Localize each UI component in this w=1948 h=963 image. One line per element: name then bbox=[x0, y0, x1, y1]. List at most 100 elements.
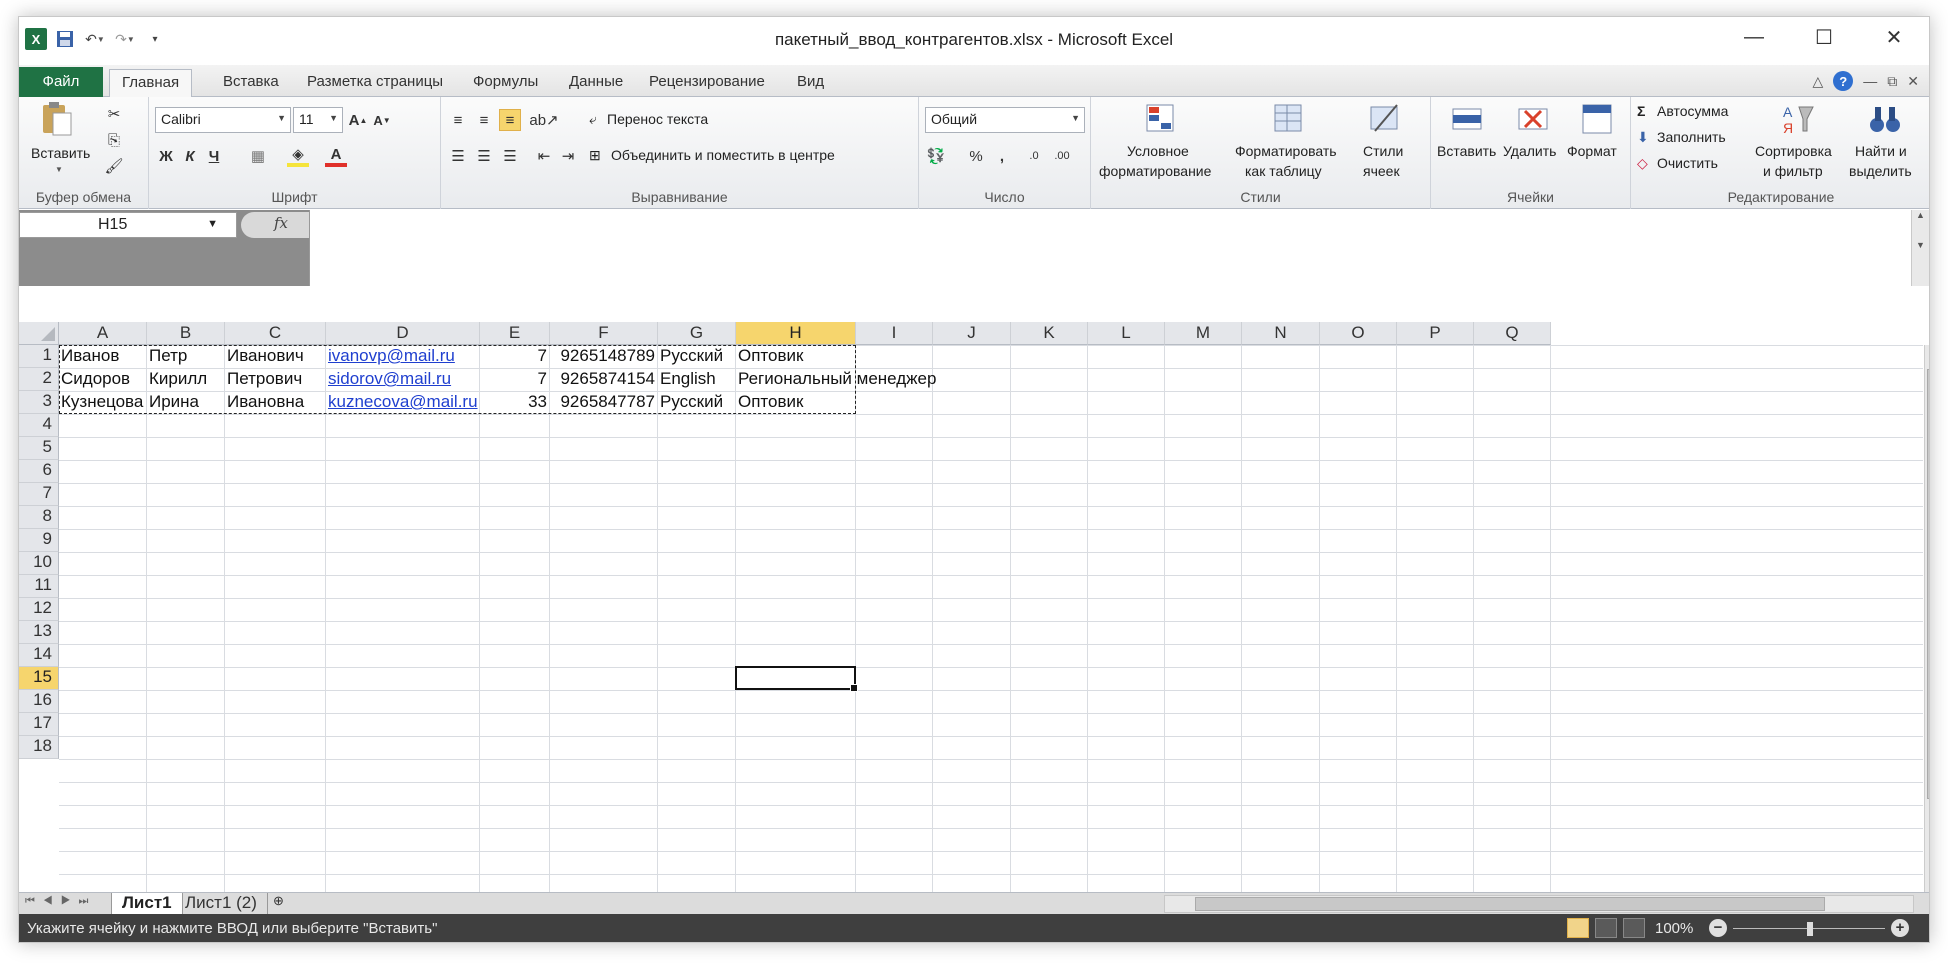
shrink-font-icon[interactable]: A ▼ bbox=[371, 109, 393, 131]
sheet-tab-1[interactable]: Лист1 bbox=[111, 893, 183, 915]
comma-button[interactable]: , bbox=[991, 145, 1013, 167]
format-painter-icon[interactable]: 🖌 bbox=[103, 155, 125, 177]
tab-file[interactable]: Файл bbox=[19, 67, 103, 97]
row-header-8[interactable]: 8 bbox=[19, 506, 59, 529]
column-header-o[interactable]: O bbox=[1320, 322, 1397, 345]
minimize-button[interactable]: — bbox=[1719, 17, 1789, 57]
sheet-tab-2[interactable]: Лист1 (2) bbox=[175, 893, 268, 915]
row-header-16[interactable]: 16 bbox=[19, 690, 59, 713]
column-header-l[interactable]: L bbox=[1088, 322, 1165, 345]
column-header-n[interactable]: N bbox=[1242, 322, 1320, 345]
row-header-7[interactable]: 7 bbox=[19, 483, 59, 506]
format-cells-button[interactable]: Формат bbox=[1565, 101, 1629, 181]
row-header-14[interactable]: 14 bbox=[19, 644, 59, 667]
doc-minimize-icon[interactable]: — bbox=[1863, 73, 1877, 89]
font-size-select[interactable]: 11 ▼ bbox=[293, 107, 343, 133]
column-header-b[interactable]: B bbox=[147, 322, 225, 345]
row-header-9[interactable]: 9 bbox=[19, 529, 59, 552]
percent-button[interactable]: % bbox=[965, 145, 987, 167]
row-header-3[interactable]: 3 bbox=[19, 391, 59, 414]
tab-view[interactable]: Вид bbox=[785, 69, 836, 97]
help-icon[interactable]: ? bbox=[1833, 71, 1854, 91]
row-header-4[interactable]: 4 bbox=[19, 414, 59, 437]
insert-cells-button[interactable]: Вставить bbox=[1435, 101, 1501, 181]
row-header-15[interactable]: 15 bbox=[19, 667, 59, 690]
zoom-level[interactable]: 100% bbox=[1655, 920, 1693, 937]
column-header-c[interactable]: C bbox=[225, 322, 326, 345]
row-header-1[interactable]: 1 bbox=[19, 345, 59, 368]
column-header-p[interactable]: P bbox=[1397, 322, 1474, 345]
formula-bar-expand[interactable]: ▲ ▼ bbox=[1911, 210, 1929, 286]
tab-data[interactable]: Данные bbox=[557, 69, 635, 97]
delete-cells-button[interactable]: Удалить bbox=[1501, 101, 1565, 181]
column-header-d[interactable]: D bbox=[326, 322, 480, 345]
align-middle-icon[interactable]: ≡ bbox=[473, 109, 495, 131]
bold-button[interactable]: Ж bbox=[155, 145, 177, 167]
maximize-button[interactable]: ☐ bbox=[1789, 17, 1859, 57]
copy-icon[interactable]: ⎘ bbox=[103, 129, 125, 151]
row-header-11[interactable]: 11 bbox=[19, 575, 59, 598]
row-header-6[interactable]: 6 bbox=[19, 460, 59, 483]
align-bottom-icon[interactable]: ≡ bbox=[499, 109, 521, 131]
zoom-slider-knob[interactable] bbox=[1807, 922, 1813, 936]
row-header-17[interactable]: 17 bbox=[19, 713, 59, 736]
font-color-icon[interactable]: A bbox=[325, 145, 347, 167]
cell-styles-button[interactable]: Стили ячеек bbox=[1353, 101, 1423, 181]
normal-view-icon[interactable] bbox=[1567, 918, 1589, 938]
row-header-10[interactable]: 10 bbox=[19, 552, 59, 575]
tab-page-layout[interactable]: Разметка страницы bbox=[295, 69, 455, 97]
sheet-nav-buttons[interactable]: ⏮◀▶⏭ bbox=[25, 895, 96, 908]
tab-home[interactable]: Главная bbox=[109, 69, 193, 98]
tab-formulas[interactable]: Формулы bbox=[461, 69, 550, 97]
fill-color-icon[interactable]: ◈ bbox=[287, 145, 309, 167]
currency-format-icon[interactable]: 💱 bbox=[925, 145, 947, 167]
column-header-f[interactable]: F bbox=[550, 322, 658, 345]
row-header-2[interactable]: 2 bbox=[19, 368, 59, 391]
decrease-indent-icon[interactable]: ⇤ bbox=[533, 145, 555, 167]
find-select-button[interactable]: Найти и выделить bbox=[1849, 101, 1929, 181]
align-center-icon[interactable]: ☰ bbox=[473, 145, 495, 167]
column-header-i[interactable]: I bbox=[856, 322, 933, 345]
format-as-table-button[interactable]: Форматировать как таблицу bbox=[1231, 101, 1341, 181]
horizontal-scrollbar[interactable] bbox=[1164, 895, 1914, 913]
page-layout-view-icon[interactable] bbox=[1595, 918, 1617, 938]
select-all-corner[interactable] bbox=[19, 322, 59, 345]
column-header-m[interactable]: M bbox=[1165, 322, 1242, 345]
minimize-ribbon-icon[interactable]: △ bbox=[1812, 73, 1823, 90]
paste-button[interactable]: Вставить ▼ bbox=[25, 101, 93, 179]
column-header-k[interactable]: K bbox=[1011, 322, 1088, 345]
row-header-13[interactable]: 13 bbox=[19, 621, 59, 644]
font-name-select[interactable]: Calibri ▼ bbox=[155, 107, 291, 133]
tab-insert[interactable]: Вставка bbox=[211, 69, 291, 97]
cell-grid[interactable] bbox=[59, 345, 1923, 892]
column-header-j[interactable]: J bbox=[933, 322, 1011, 345]
vertical-scrollbar[interactable]: ▲ bbox=[1924, 345, 1929, 892]
column-header-g[interactable]: G bbox=[658, 322, 736, 345]
cut-icon[interactable]: ✂ bbox=[103, 103, 125, 125]
italic-button[interactable]: К bbox=[179, 145, 201, 167]
name-box-dropdown-icon[interactable]: ▼ bbox=[207, 218, 218, 230]
underline-button[interactable]: Ч bbox=[203, 145, 225, 167]
insert-sheet-icon[interactable]: ⊕ bbox=[263, 893, 294, 915]
row-header-5[interactable]: 5 bbox=[19, 437, 59, 460]
name-box[interactable]: H15 ▼ bbox=[19, 212, 237, 238]
formula-input[interactable] bbox=[309, 210, 1911, 286]
decrease-decimal-icon[interactable]: .00 bbox=[1051, 145, 1073, 167]
column-header-h[interactable]: H bbox=[736, 322, 856, 345]
sort-filter-button[interactable]: АЯ Сортировка и фильтр bbox=[1755, 101, 1845, 181]
row-header-12[interactable]: 12 bbox=[19, 598, 59, 621]
column-header-e[interactable]: E bbox=[480, 322, 550, 345]
grow-font-icon[interactable]: A ▲ bbox=[347, 109, 369, 131]
align-top-icon[interactable]: ≡ bbox=[447, 109, 469, 131]
page-break-view-icon[interactable] bbox=[1623, 918, 1645, 938]
tab-review[interactable]: Рецензирование bbox=[637, 69, 777, 97]
borders-icon[interactable]: ▦ bbox=[247, 145, 269, 167]
horizontal-scroll-thumb[interactable] bbox=[1195, 897, 1825, 911]
zoom-slider[interactable]: − + bbox=[1709, 918, 1909, 940]
orientation-icon[interactable]: ab↗ bbox=[529, 109, 558, 131]
zoom-in-icon[interactable]: + bbox=[1891, 919, 1909, 937]
row-header-18[interactable]: 18 bbox=[19, 736, 59, 759]
insert-function-icon[interactable]: fx bbox=[274, 214, 288, 232]
column-header-q[interactable]: Q bbox=[1474, 322, 1551, 345]
active-cell[interactable] bbox=[735, 666, 858, 692]
